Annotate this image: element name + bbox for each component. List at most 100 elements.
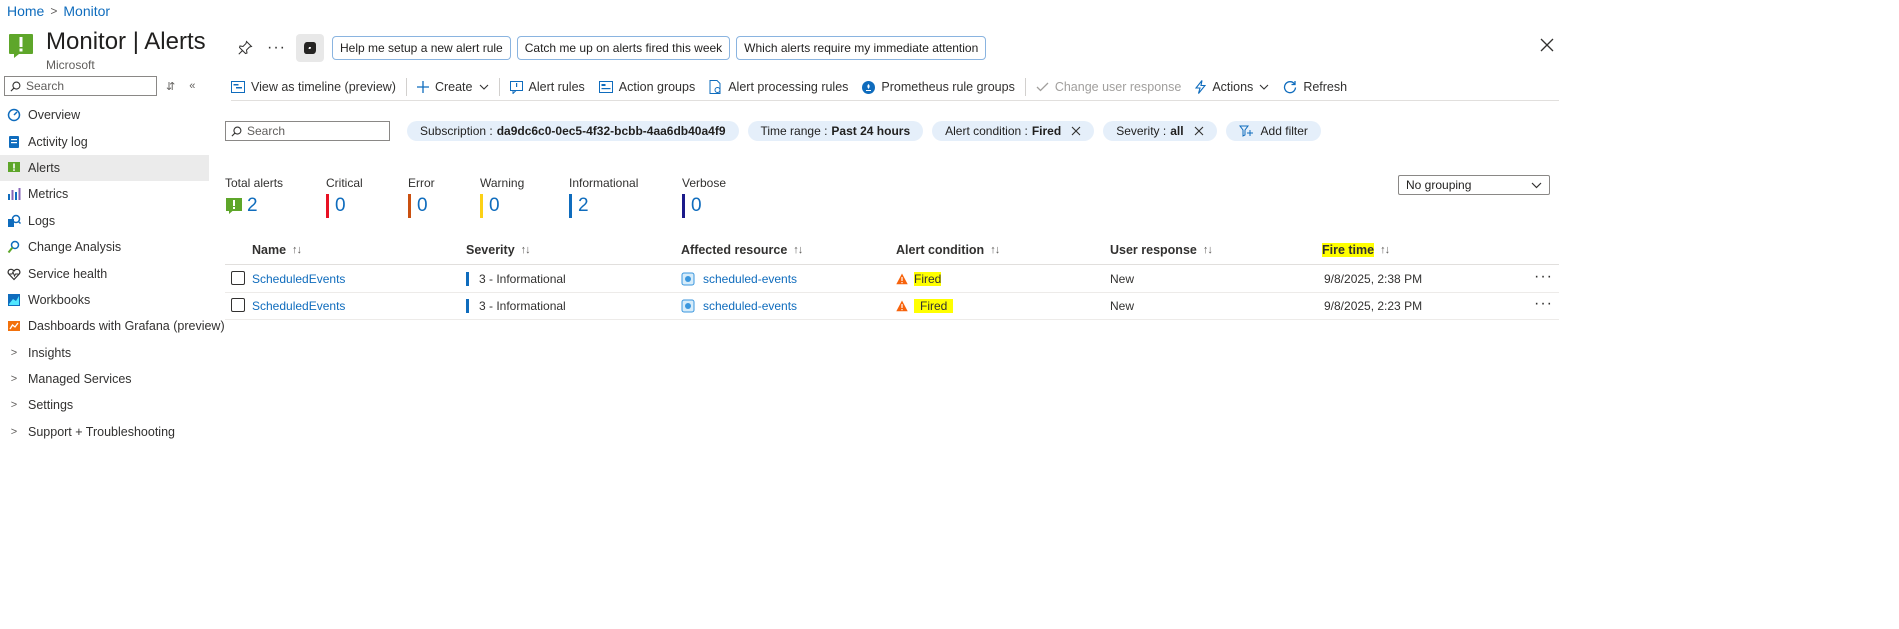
time-range-filter[interactable]: Time range : Past 24 hours — [747, 121, 924, 141]
table-row[interactable]: ScheduledEvents 3 - Informational schedu… — [225, 293, 1559, 320]
collapse-sidebar-icon[interactable]: « — [189, 80, 195, 93]
refresh-button[interactable]: Refresh — [1283, 75, 1347, 99]
user-response-value: New — [1110, 299, 1135, 313]
checkmark-icon — [1036, 82, 1049, 92]
close-icon[interactable] — [1540, 38, 1554, 52]
critical-stat[interactable]: Critical 0 — [326, 176, 408, 218]
action-groups-label: Action groups — [618, 80, 696, 94]
warning-stat[interactable]: Warning 0 — [480, 176, 569, 218]
column-header-name[interactable]: Name ↑↓ — [252, 243, 302, 257]
sort-icon[interactable]: ↑↓ — [521, 244, 531, 256]
title-actions: ··· Help me setup a new alert rule Catch… — [237, 34, 992, 62]
subscription-filter-value: da9dc6c0-0ec5-4f32-bcbb-4aa6db40a4f9 — [496, 124, 726, 138]
sidebar-item-overview[interactable]: Overview — [0, 102, 209, 128]
severity-filter[interactable]: Severity : all — [1103, 121, 1217, 141]
remove-filter-icon[interactable] — [1071, 126, 1081, 136]
informational-severity-bar — [569, 194, 572, 218]
breadcrumb-monitor[interactable]: Monitor — [63, 3, 110, 19]
actions-button[interactable]: Actions — [1195, 75, 1269, 99]
sidebar-item-logs[interactable]: Logs — [0, 208, 209, 234]
add-filter-button[interactable]: Add filter — [1225, 121, 1321, 141]
sidebar-search-input[interactable]: Search — [4, 76, 157, 96]
alert-name-link[interactable]: ScheduledEvents — [252, 299, 345, 313]
sidebar-item-change-analysis[interactable]: Change Analysis — [0, 234, 209, 260]
subscription-filter[interactable]: Subscription : da9dc6c0-0ec5-4f32-bcbb-4… — [407, 121, 739, 141]
table-row[interactable]: ScheduledEvents 3 - Informational schedu… — [225, 266, 1559, 293]
affected-resource-link[interactable]: scheduled-events — [703, 272, 797, 286]
alerts-search-input[interactable]: Search — [225, 121, 390, 141]
timeline-icon — [231, 81, 245, 93]
alert-processing-rules-button[interactable]: Alert processing rules — [709, 75, 848, 99]
create-label: Create — [434, 80, 473, 94]
remove-filter-icon[interactable] — [1194, 126, 1204, 136]
warning-label: Warning — [480, 176, 525, 190]
copilot-icon — [303, 42, 316, 54]
sidebar-item-service-health[interactable]: Service health — [0, 260, 209, 286]
grouping-value: No grouping — [1406, 178, 1472, 192]
row-more-icon[interactable]: ··· — [1534, 295, 1553, 313]
copilot-button[interactable] — [295, 34, 324, 62]
sidebar-item-alerts[interactable]: Alerts — [0, 154, 209, 182]
more-options-icon[interactable]: ··· — [267, 39, 286, 57]
sort-icon[interactable]: ↑↓ — [990, 244, 1000, 256]
sort-icon[interactable]: ↑↓ — [1380, 244, 1390, 256]
column-header-resource-label: Affected resource — [681, 243, 788, 257]
column-header-fire-time[interactable]: Fire time ↑↓ — [1322, 243, 1390, 257]
verbose-stat[interactable]: Verbose 0 — [682, 176, 762, 218]
sidebar-group-insights[interactable]: > Insights — [0, 340, 209, 366]
alert-condition-filter[interactable]: Alert condition : Fired — [932, 121, 1095, 141]
prompt-catch-me-up[interactable]: Catch me up on alerts fired this week — [516, 36, 731, 60]
time-range-filter-label: Time range : — [760, 124, 828, 138]
prometheus-rule-groups-button[interactable]: Prometheus rule groups — [862, 75, 1015, 99]
total-alerts-stat[interactable]: Total alerts 2 — [225, 176, 326, 218]
prometheus-rule-groups-label: Prometheus rule groups — [881, 80, 1015, 94]
alert-name-link[interactable]: ScheduledEvents — [252, 272, 345, 286]
create-button[interactable]: Create — [416, 75, 489, 99]
sidebar-group-settings[interactable]: > Settings — [0, 392, 209, 418]
sort-icon[interactable]: ↑↓ — [1203, 244, 1213, 256]
affected-resource-link[interactable]: scheduled-events — [703, 299, 797, 313]
sidebar-group-managed-services[interactable]: > Managed Services — [0, 366, 209, 392]
column-header-affected-resource[interactable]: Affected resource ↑↓ — [681, 243, 803, 257]
sidebar-item-metrics[interactable]: Metrics — [0, 181, 209, 207]
alert-rules-button[interactable]: Alert rules — [509, 75, 585, 99]
table-header: Name ↑↓ Severity ↑↓ Affected resource ↑↓… — [225, 238, 1559, 265]
column-header-user-response-label: User response — [1110, 243, 1197, 257]
workbooks-icon — [7, 293, 21, 307]
sidebar-item-label: Alerts — [28, 160, 60, 175]
chevron-right-icon: > — [10, 425, 18, 438]
grafana-icon — [7, 319, 21, 333]
column-header-user-response[interactable]: User response ↑↓ — [1110, 243, 1213, 257]
sort-icon[interactable]: ↑↓ — [292, 244, 302, 256]
toolbar-divider — [1024, 78, 1026, 96]
warning-icon — [896, 300, 908, 312]
expand-collapse-icon[interactable]: ⇵ — [166, 80, 175, 93]
sidebar-item-grafana[interactable]: Dashboards with Grafana (preview) — [0, 313, 225, 339]
sidebar-item-activity-log[interactable]: Activity log — [0, 128, 209, 154]
column-header-alert-condition[interactable]: Alert condition ↑↓ — [896, 243, 1000, 257]
action-groups-button[interactable]: Action groups — [598, 75, 696, 99]
user-response-value: New — [1110, 272, 1135, 286]
row-checkbox[interactable] — [231, 298, 245, 312]
grouping-dropdown[interactable]: No grouping — [1398, 175, 1550, 195]
warning-icon — [896, 273, 908, 285]
verbose-severity-bar — [682, 194, 685, 218]
view-as-timeline-button[interactable]: View as timeline (preview) — [231, 75, 396, 99]
sort-icon[interactable]: ↑↓ — [793, 244, 803, 256]
row-checkbox[interactable] — [231, 271, 245, 285]
change-user-response-button[interactable]: Change user response — [1036, 75, 1181, 99]
fire-time-value: 9/8/2025, 2:38 PM — [1324, 272, 1423, 286]
prompt-immediate-attention[interactable]: Which alerts require my immediate attent… — [736, 36, 987, 60]
time-range-filter-value: Past 24 hours — [831, 124, 911, 138]
column-header-severity[interactable]: Severity ↑↓ — [466, 243, 531, 257]
search-icon — [10, 81, 21, 91]
refresh-label: Refresh — [1303, 80, 1348, 94]
breadcrumb-home[interactable]: Home — [7, 3, 44, 19]
error-stat[interactable]: Error 0 — [408, 176, 480, 218]
informational-stat[interactable]: Informational 2 — [569, 176, 682, 218]
sidebar-item-workbooks[interactable]: Workbooks — [0, 287, 209, 313]
sidebar-group-support-troubleshooting[interactable]: > Support + Troubleshooting — [0, 419, 209, 445]
row-more-icon[interactable]: ··· — [1534, 268, 1553, 286]
pin-icon[interactable] — [237, 40, 253, 56]
prompt-setup-alert-rule[interactable]: Help me setup a new alert rule — [331, 36, 511, 60]
